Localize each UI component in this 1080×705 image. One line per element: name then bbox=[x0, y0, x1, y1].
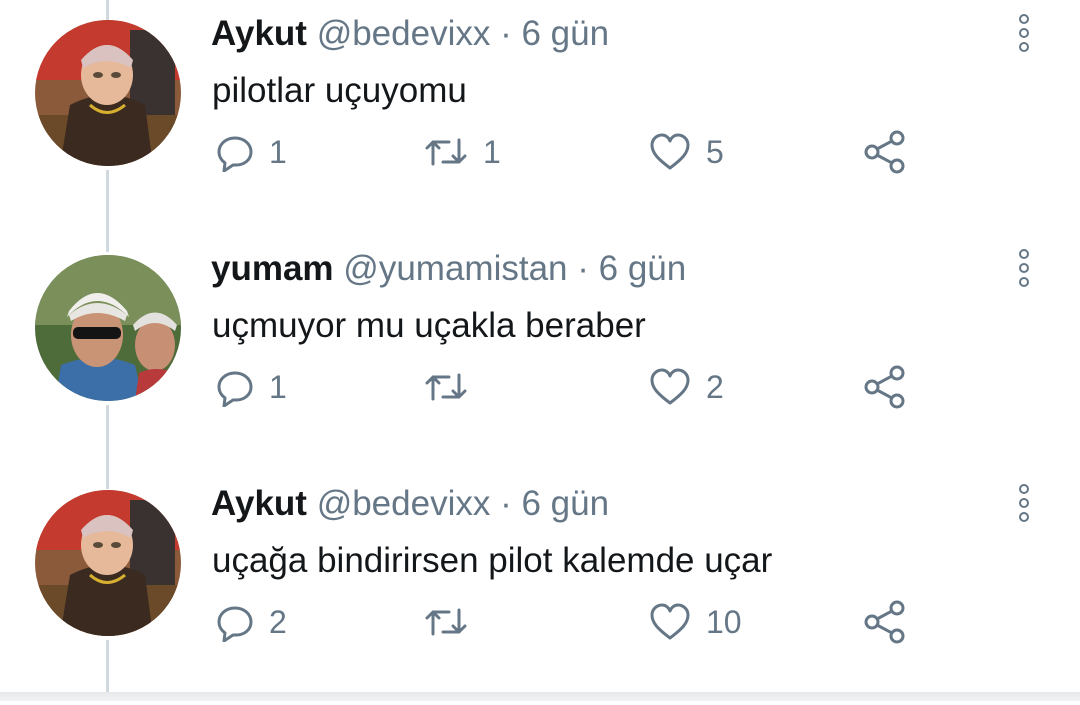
more-options-icon[interactable] bbox=[1014, 245, 1034, 291]
tweet-header: Aykut @bedevixx · 6 gün bbox=[211, 484, 609, 524]
tweet[interactable]: Aykut @bedevixx · 6 gün uçağa bindirirse… bbox=[0, 470, 1080, 705]
reply-icon bbox=[215, 367, 255, 407]
tweet-header: yumam @yumamistan · 6 gün bbox=[211, 249, 686, 289]
retweet-button[interactable]: 1 bbox=[423, 127, 501, 177]
display-name[interactable]: Aykut bbox=[211, 14, 307, 53]
tweet-actions: 1 2 bbox=[0, 362, 1080, 412]
share-button[interactable] bbox=[862, 362, 908, 412]
tweet-text: uçmuyor mu uçakla beraber bbox=[212, 306, 646, 345]
heart-icon bbox=[648, 602, 692, 642]
retweet-button[interactable] bbox=[423, 597, 483, 647]
bottom-edge bbox=[0, 692, 1080, 701]
timestamp[interactable]: 6 gün bbox=[599, 249, 687, 288]
tweet-actions: 1 1 5 bbox=[0, 127, 1080, 177]
share-icon bbox=[862, 365, 908, 409]
more-options-icon[interactable] bbox=[1014, 480, 1034, 526]
timestamp[interactable]: 6 gün bbox=[521, 14, 609, 53]
like-count: 10 bbox=[706, 604, 742, 640]
reply-count: 2 bbox=[269, 604, 287, 640]
like-button[interactable]: 2 bbox=[648, 362, 724, 412]
like-button[interactable]: 5 bbox=[648, 127, 724, 177]
retweet-icon bbox=[423, 602, 469, 642]
tweet-text: pilotlar uçuyomu bbox=[212, 71, 467, 110]
like-count: 2 bbox=[706, 369, 724, 405]
separator: · bbox=[577, 249, 589, 288]
reply-icon bbox=[215, 132, 255, 172]
more-options-icon[interactable] bbox=[1014, 10, 1034, 56]
retweet-button[interactable] bbox=[423, 362, 483, 412]
separator: · bbox=[500, 14, 512, 53]
reply-count: 1 bbox=[269, 369, 287, 405]
like-button[interactable]: 10 bbox=[648, 597, 742, 647]
separator: · bbox=[500, 484, 512, 523]
heart-icon bbox=[648, 132, 692, 172]
username[interactable]: @yumamistan bbox=[343, 249, 567, 288]
display-name[interactable]: Aykut bbox=[211, 484, 307, 523]
timestamp[interactable]: 6 gün bbox=[521, 484, 609, 523]
tweet[interactable]: yumam @yumamistan · 6 gün uçmuyor mu uça… bbox=[0, 235, 1080, 470]
share-icon bbox=[862, 600, 908, 644]
reply-count: 1 bbox=[269, 134, 287, 170]
retweet-count: 1 bbox=[483, 134, 501, 170]
reply-button[interactable]: 2 bbox=[215, 597, 287, 647]
display-name[interactable]: yumam bbox=[211, 249, 334, 288]
share-button[interactable] bbox=[862, 127, 908, 177]
tweet-text: uçağa bindirirsen pilot kalemde uçar bbox=[212, 541, 773, 580]
tweet-header: Aykut @bedevixx · 6 gün bbox=[211, 14, 609, 54]
heart-icon bbox=[648, 367, 692, 407]
retweet-icon bbox=[423, 132, 469, 172]
retweet-icon bbox=[423, 367, 469, 407]
like-count: 5 bbox=[706, 134, 724, 170]
reply-icon bbox=[215, 602, 255, 642]
reply-button[interactable]: 1 bbox=[215, 362, 287, 412]
tweet-actions: 2 10 bbox=[0, 597, 1080, 647]
username[interactable]: @bedevixx bbox=[317, 14, 491, 53]
tweet[interactable]: Aykut @bedevixx · 6 gün pilotlar uçuyomu… bbox=[0, 0, 1080, 235]
share-button[interactable] bbox=[862, 597, 908, 647]
username[interactable]: @bedevixx bbox=[317, 484, 491, 523]
reply-button[interactable]: 1 bbox=[215, 127, 287, 177]
share-icon bbox=[862, 130, 908, 174]
